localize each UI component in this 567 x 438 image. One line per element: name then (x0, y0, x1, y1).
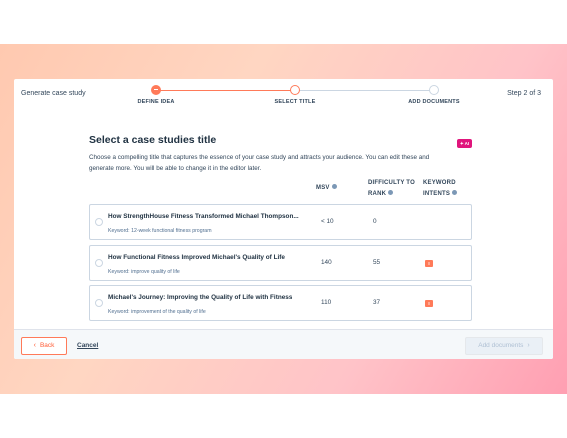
info-icon[interactable] (452, 189, 458, 195)
title-option-keyword: Keyword: improve quality of life (108, 269, 180, 275)
stepper: Generate case study DEFINE IDEA SELECT T… (14, 79, 553, 109)
title-option-row[interactable]: Michael's Journey: Improving the Quality… (89, 285, 472, 321)
info-icon[interactable] (388, 189, 394, 195)
difficulty-value: 55 (373, 259, 381, 266)
step-label-add-documents: ADD DOCUMENTS (408, 99, 460, 105)
wizard-title: Generate case study (21, 90, 86, 97)
msv-value: 140 (321, 259, 332, 266)
cancel-link[interactable]: Cancel (77, 342, 98, 349)
title-option-text: Michael's Journey: Improving the Quality… (108, 294, 293, 301)
difficulty-value: 0 (373, 218, 377, 225)
step-define-idea-check-icon (151, 85, 161, 95)
radio-button[interactable] (95, 299, 103, 307)
add-documents-button[interactable]: Add documents › (465, 337, 543, 355)
column-header-msv: MSV (316, 183, 337, 194)
step-label-define-idea: DEFINE IDEA (137, 99, 175, 105)
back-button[interactable]: ‹ Back (21, 337, 67, 355)
footer-bar: ‹ Back Cancel Add documents › (14, 329, 553, 359)
chevron-right-icon: › (527, 342, 530, 349)
title-option-text: How StrengthHouse Fitness Transformed Mi… (108, 213, 299, 220)
step-label-select-title: SELECT TITLE (274, 99, 316, 105)
radio-button[interactable] (95, 218, 103, 226)
wizard-modal: Generate case study DEFINE IDEA SELECT T… (14, 79, 553, 359)
title-option-row[interactable]: How StrengthHouse Fitness Transformed Mi… (89, 204, 472, 240)
title-option-keyword: Keyword: improvement of the quality of l… (108, 309, 206, 315)
difficulty-value: 37 (373, 299, 381, 306)
radio-button[interactable] (95, 259, 103, 267)
page-description: Choose a compelling title that captures … (89, 154, 430, 172)
column-header-difficulty: DIFFICULTY TO RANK (368, 180, 415, 197)
msv-value: 110 (321, 299, 332, 306)
info-icon[interactable] (331, 183, 337, 189)
chevron-left-icon: ‹ (33, 342, 36, 349)
stepper-track-upcoming (295, 90, 434, 91)
title-option-keyword: Keyword: 12-week functional fitness prog… (108, 228, 212, 234)
ai-badge[interactable]: ✦ AI (457, 139, 472, 148)
intent-badge: I (425, 260, 433, 267)
page-title: Select a case studies title (89, 134, 217, 146)
stepper-track-complete (155, 90, 295, 91)
title-section: Select a case studies title (89, 134, 475, 146)
intent-badge: I (425, 300, 433, 307)
step-select-title-node (290, 85, 300, 95)
step-add-documents-node (429, 85, 439, 95)
column-header-intents: KEYWORD INTENTS (423, 180, 458, 197)
title-option-text: How Functional Fitness Improved Michael'… (108, 254, 285, 261)
msv-value: < 10 (321, 218, 334, 225)
title-option-row[interactable]: How Functional Fitness Improved Michael'… (89, 245, 472, 281)
step-indicator: Step 2 of 3 (507, 90, 541, 97)
